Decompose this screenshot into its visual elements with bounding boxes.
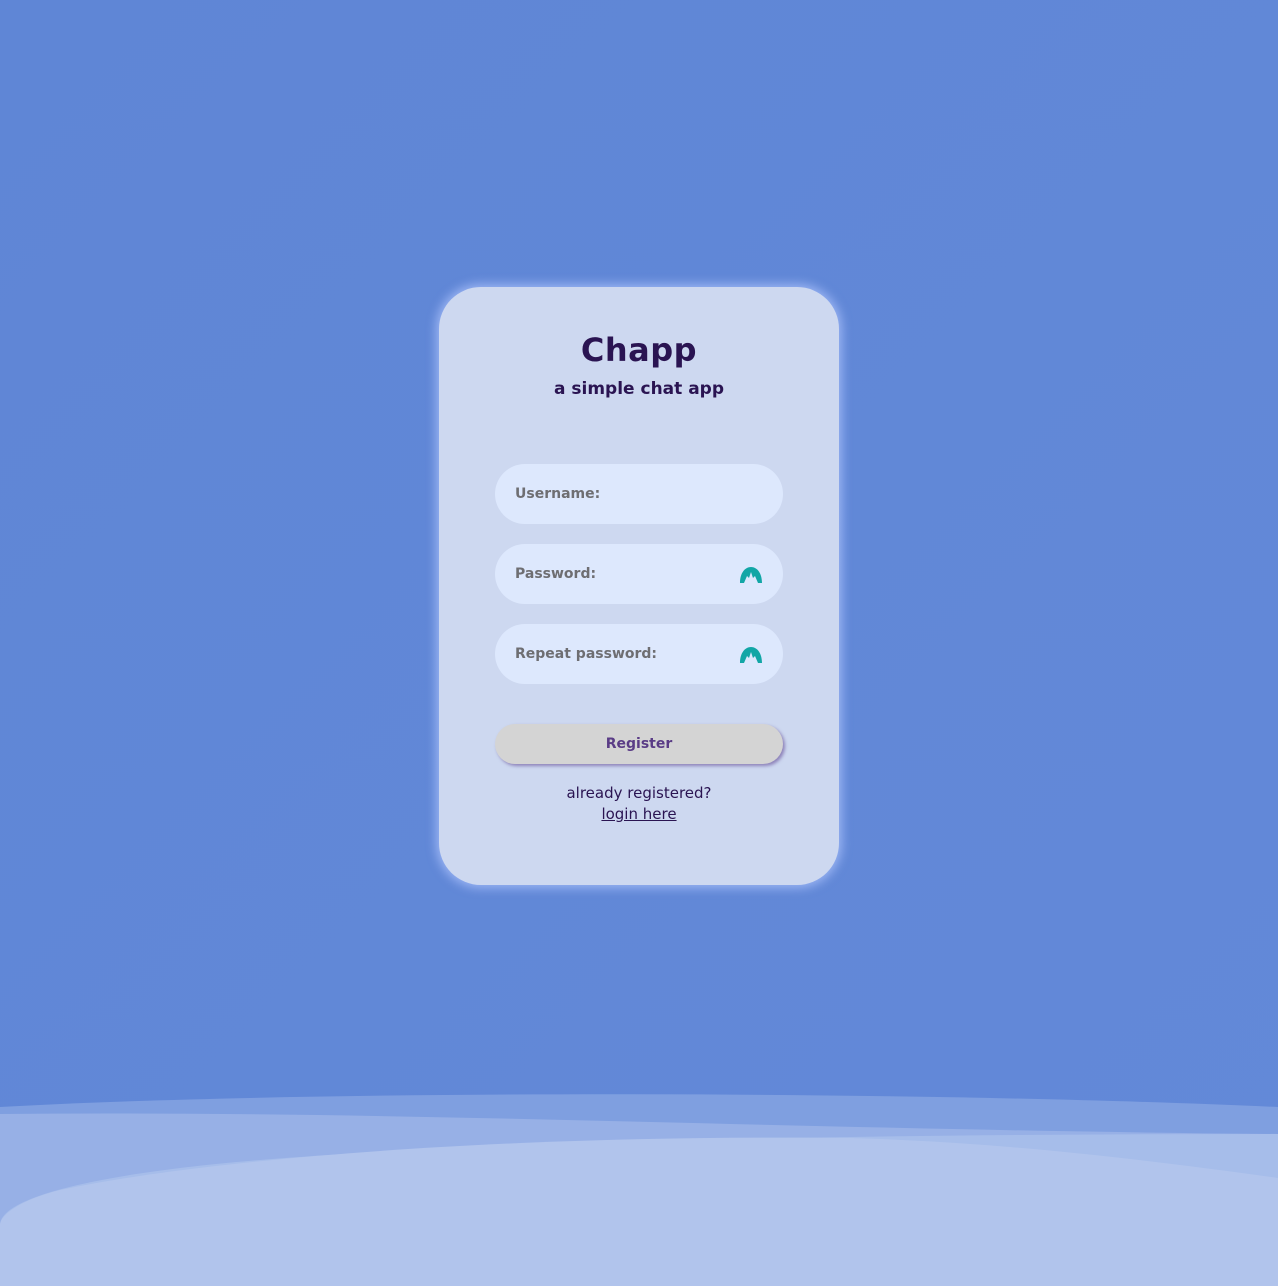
background-waves [0, 1094, 1278, 1286]
login-link[interactable]: login here [601, 805, 676, 823]
already-registered-text: already registered? [566, 784, 712, 802]
username-field[interactable]: Username: [495, 464, 783, 524]
eye-icon[interactable] [739, 644, 763, 664]
password-field[interactable]: Password: [495, 544, 783, 604]
register-card: Chapp a simple chat app Username: Passwo… [439, 287, 839, 885]
repeat-password-field[interactable]: Repeat password: [495, 624, 783, 684]
login-link-container: login here [439, 805, 839, 823]
eye-icon[interactable] [739, 564, 763, 584]
app-title: Chapp [580, 331, 698, 369]
app-subtitle: a simple chat app [554, 379, 724, 399]
register-button[interactable]: Register [495, 724, 783, 764]
username-input[interactable] [495, 464, 783, 524]
